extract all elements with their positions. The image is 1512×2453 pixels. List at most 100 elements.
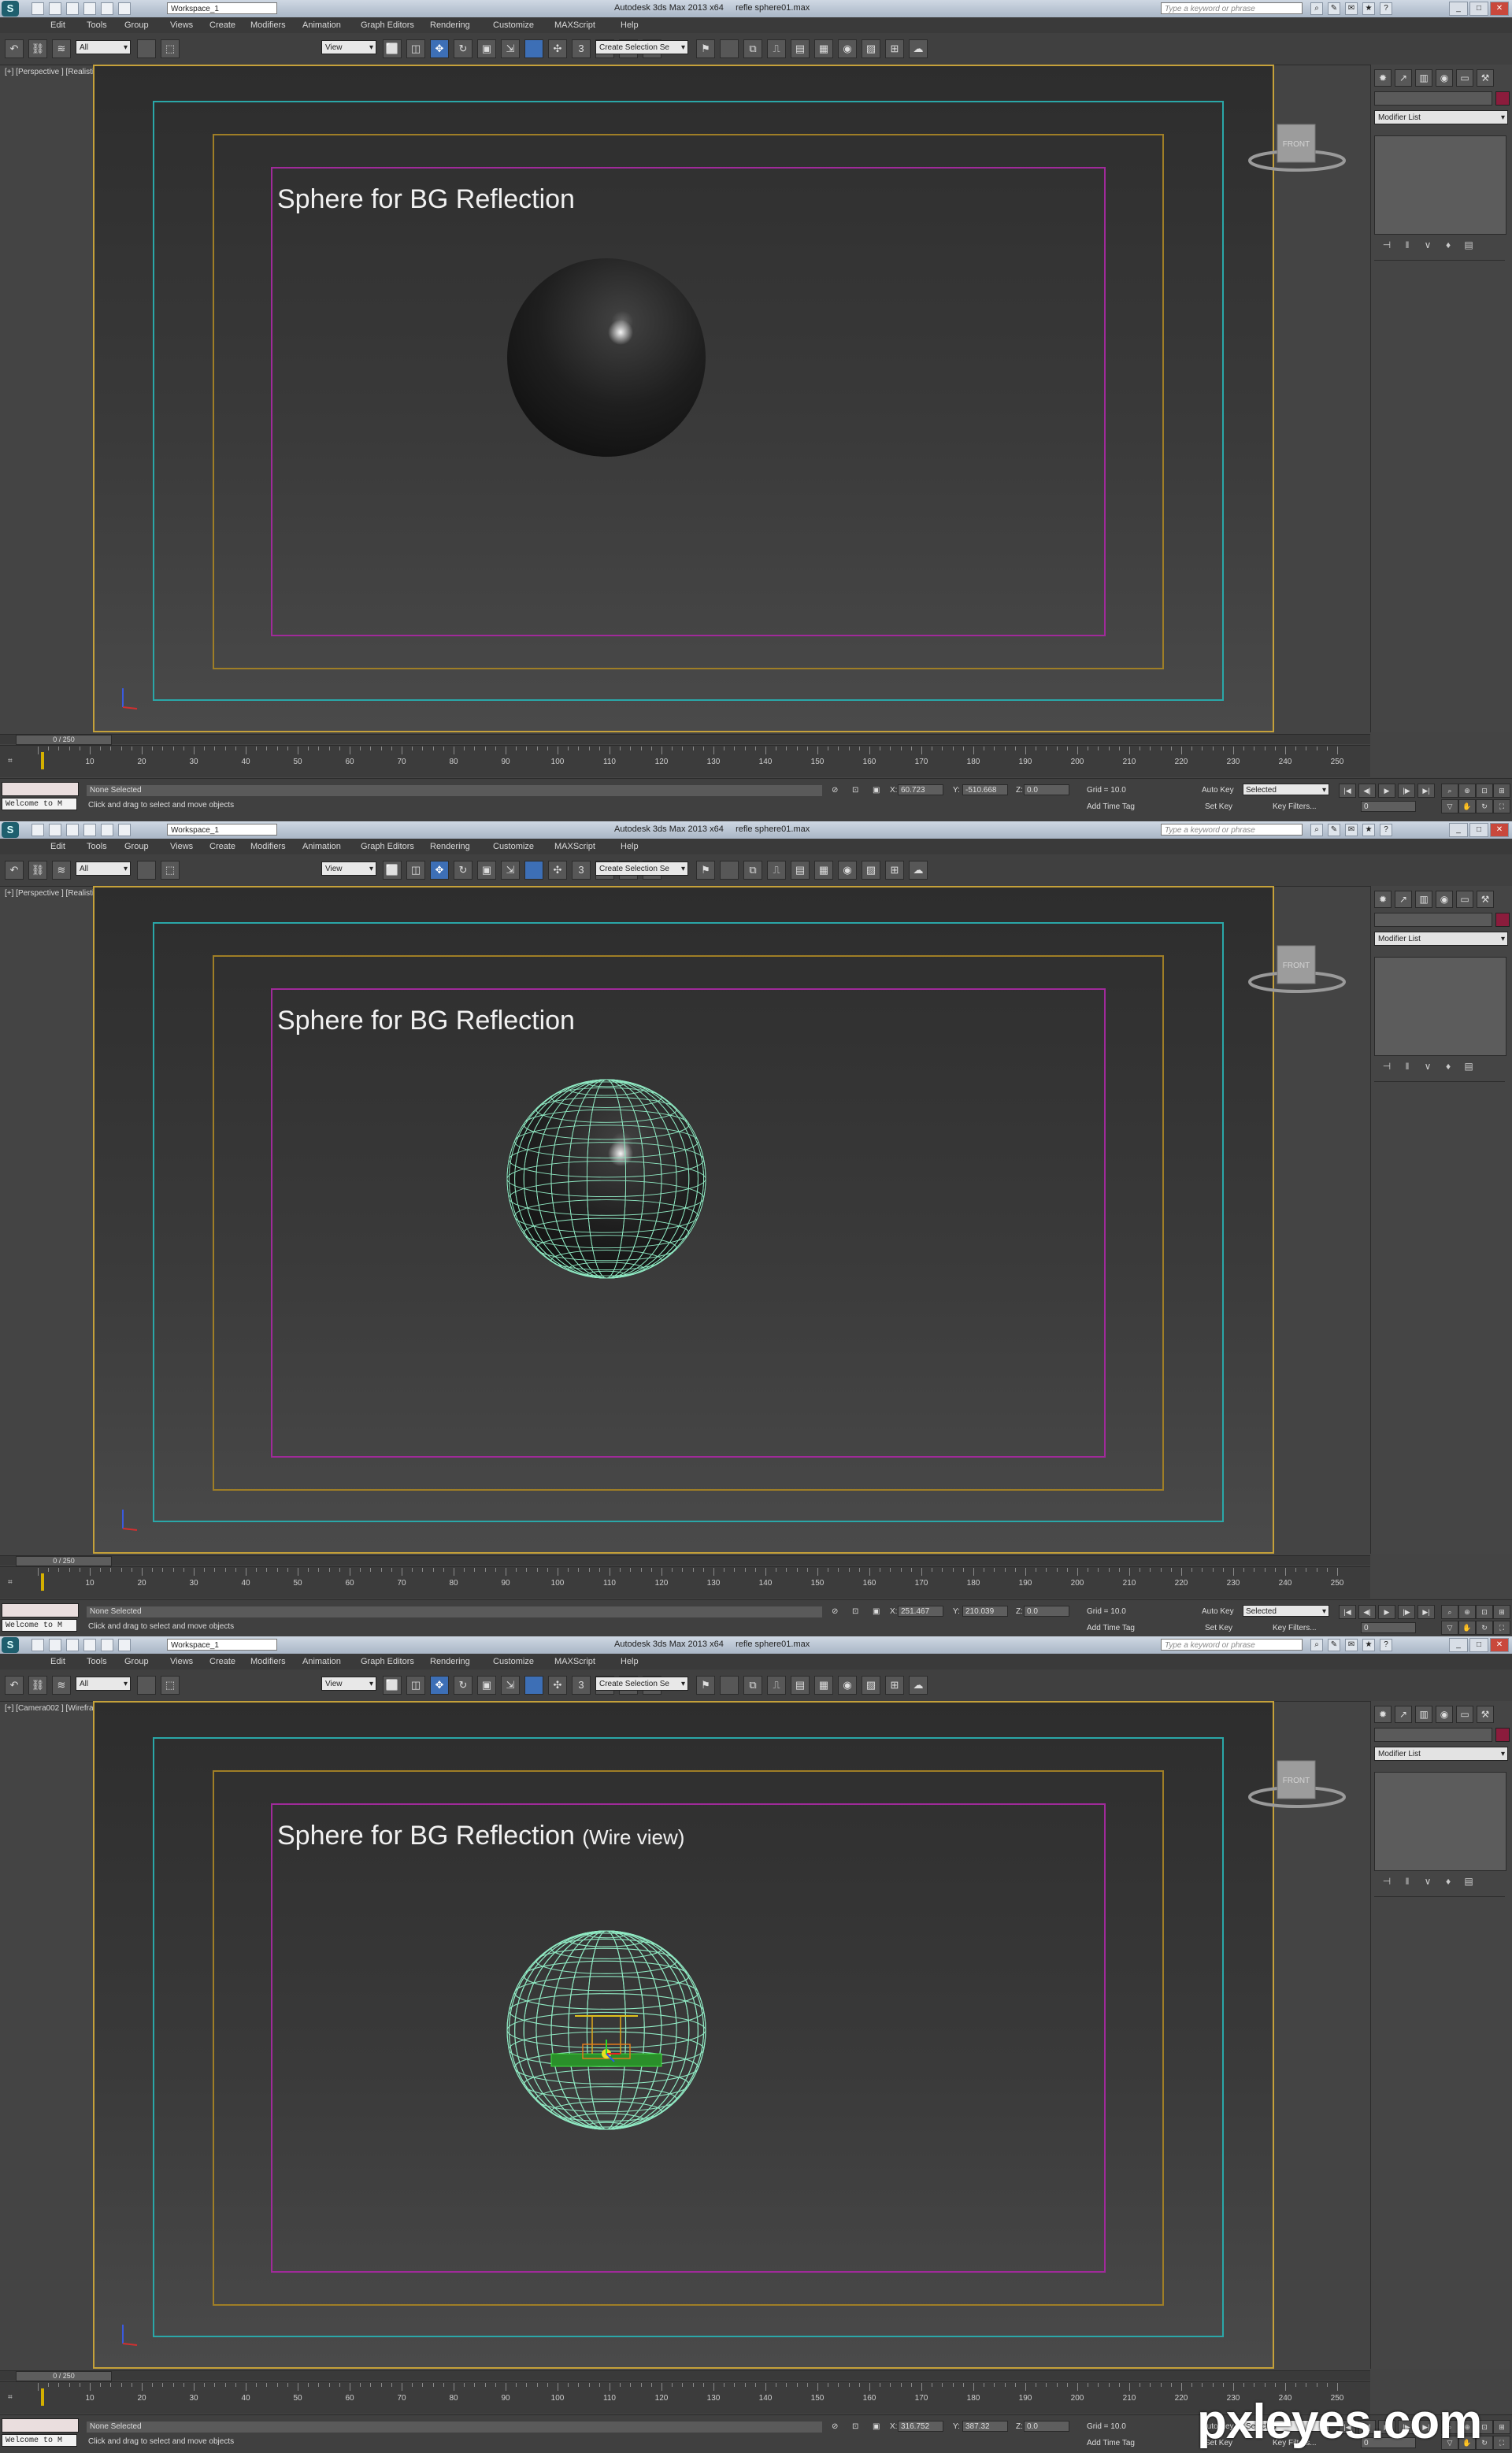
modifier-stack[interactable]	[1374, 1772, 1506, 1871]
toolbar-tool-10-icon[interactable]: ✥	[430, 1676, 449, 1695]
open-file-icon[interactable]	[49, 1639, 61, 1651]
menu-views[interactable]: Views	[170, 20, 193, 30]
toolbar-tool-12-icon[interactable]: ▣	[477, 39, 496, 58]
show-end-result-icon[interactable]: ‖	[1401, 1061, 1414, 1073]
menu-animation[interactable]: Animation	[302, 842, 341, 851]
toolbar-tool-25-icon[interactable]: ▤	[791, 1676, 810, 1695]
menu-group[interactable]: Group	[124, 1657, 149, 1666]
sphere[interactable]	[488, 239, 724, 476]
menu-create[interactable]: Create	[209, 1657, 235, 1666]
key-icon[interactable]: ⌗	[8, 1578, 19, 1588]
toolbar-tool-15-icon[interactable]: ✣	[548, 39, 567, 58]
zoom-extents-all-icon[interactable]: ⊞	[1493, 784, 1510, 798]
y-coordinate-field[interactable]: -510.668	[962, 784, 1008, 795]
save-file-icon[interactable]	[66, 1639, 79, 1651]
toolbar-tool-14-icon[interactable]	[524, 39, 543, 58]
subscription-icon[interactable]: ✎	[1328, 824, 1340, 836]
project-folder-icon[interactable]	[118, 824, 131, 836]
remove-modifier-icon[interactable]: ♦	[1442, 239, 1455, 252]
prev-frame-icon[interactable]: ◀|	[1358, 784, 1376, 798]
maxscript-listener[interactable]: Welcome to M	[2, 1619, 77, 1632]
workspace-dropdown[interactable]: Workspace_1	[167, 824, 277, 836]
maximize-button[interactable]: □	[1469, 823, 1488, 837]
menu-maxscript[interactable]: MAXScript	[554, 1657, 595, 1666]
isolate-icon[interactable]: ⊡	[852, 786, 858, 795]
toolbar-tool-8-icon[interactable]: ⬜	[383, 1676, 402, 1695]
play-icon[interactable]: ▶	[1378, 784, 1395, 798]
remove-modifier-icon[interactable]: ♦	[1442, 1061, 1455, 1073]
modifier-list-dropdown[interactable]: Modifier List	[1374, 110, 1508, 125]
toolbar-tool-23-icon[interactable]: ⧉	[743, 39, 762, 58]
toolbar-tool-22-icon[interactable]	[720, 861, 739, 880]
modifier-stack[interactable]	[1374, 135, 1506, 235]
menu-customize[interactable]: Customize	[493, 20, 534, 30]
binoculars-icon[interactable]: ⌕	[1310, 1639, 1323, 1651]
modify-tab-icon[interactable]: ↗	[1395, 891, 1412, 908]
binoculars-icon[interactable]: ⌕	[1310, 824, 1323, 836]
y-coordinate-field[interactable]: 387.32	[962, 2421, 1008, 2432]
add-time-tag-button[interactable]: Add Time Tag	[1087, 1624, 1135, 1632]
time-slider[interactable]: 0 / 250	[0, 1555, 1370, 1566]
toolbar-tool-24-icon[interactable]: ⎍	[767, 39, 786, 58]
display-tab-icon[interactable]: ▭	[1456, 1706, 1473, 1723]
modifier-list-dropdown[interactable]: Modifier List	[1374, 932, 1508, 947]
toolbar-tool-6-icon[interactable]: ⬚	[161, 861, 180, 880]
remove-modifier-icon[interactable]: ♦	[1442, 1876, 1455, 1888]
utilities-tab-icon[interactable]: ⚒	[1477, 891, 1494, 908]
maxscript-listener-output[interactable]	[2, 1603, 79, 1617]
menu-edit[interactable]: Edit	[50, 1657, 65, 1666]
pin-stack-icon[interactable]: ⊣	[1380, 239, 1393, 252]
lock-selection-icon[interactable]: ⊘	[832, 2422, 838, 2431]
toolbar-tool-28-icon[interactable]: ▨	[862, 1676, 880, 1695]
workspace-dropdown[interactable]: Workspace_1	[167, 2, 277, 14]
toolbar-tool-3-icon[interactable]: ≋	[52, 861, 71, 880]
menu-animation[interactable]: Animation	[302, 20, 341, 30]
sphere[interactable]	[488, 1061, 724, 1297]
redo-icon[interactable]	[101, 824, 113, 836]
toolbar-tool-5-icon[interactable]	[137, 39, 156, 58]
zoom-all-icon[interactable]: ⊕	[1458, 784, 1476, 798]
toolbar-tool-6-icon[interactable]: ⬚	[161, 39, 180, 58]
viewcube-face-label[interactable]: FRONT	[1283, 1777, 1310, 1785]
app-logo-icon[interactable]: S	[2, 822, 19, 838]
named-selection-set-dropdown[interactable]: Create Selection Se	[595, 862, 688, 876]
redo-icon[interactable]	[101, 1639, 113, 1651]
help-icon[interactable]: ?	[1380, 2, 1392, 15]
set-key-button[interactable]: Set Key	[1205, 802, 1232, 811]
toolbar-tool-13-icon[interactable]: ⇲	[501, 39, 520, 58]
maximize-viewport-icon[interactable]: ⛶	[1493, 2436, 1510, 2450]
open-file-icon[interactable]	[49, 824, 61, 836]
toolbar-tool-16-icon[interactable]: 3	[572, 39, 591, 58]
toolbar-tool-14-icon[interactable]	[524, 861, 543, 880]
goto-end-icon[interactable]: ▶|	[1418, 784, 1435, 798]
absolute-mode-icon[interactable]: ▣	[873, 1607, 880, 1616]
toolbar-tool-25-icon[interactable]: ▤	[791, 861, 810, 880]
scene-objects[interactable]	[550, 2015, 662, 2067]
communication-icon[interactable]: ✉	[1345, 2, 1358, 15]
add-time-tag-button[interactable]: Add Time Tag	[1087, 802, 1135, 811]
toolbar-tool-14-icon[interactable]	[524, 1676, 543, 1695]
auto-key-button[interactable]: Auto Key	[1202, 1607, 1234, 1616]
set-key-button[interactable]: Set Key	[1205, 1624, 1232, 1632]
x-coordinate-field[interactable]: 60.723	[898, 784, 943, 795]
menu-views[interactable]: Views	[170, 842, 193, 851]
subscription-icon[interactable]: ✎	[1328, 2, 1340, 15]
zoom-icon[interactable]: ⌕	[1441, 1605, 1458, 1619]
object-name-field[interactable]	[1374, 913, 1492, 927]
hierarchy-tab-icon[interactable]: ▥	[1415, 69, 1432, 87]
sphere[interactable]	[488, 1912, 724, 2148]
hierarchy-tab-icon[interactable]: ▥	[1415, 1706, 1432, 1723]
current-frame-field[interactable]: 0	[1361, 801, 1416, 812]
menu-modifiers[interactable]: Modifiers	[250, 842, 286, 851]
pin-stack-icon[interactable]: ⊣	[1380, 1061, 1393, 1073]
add-time-tag-button[interactable]: Add Time Tag	[1087, 2439, 1135, 2447]
key-filters-button[interactable]: Key Filters...	[1273, 802, 1317, 811]
toolbar-tool-15-icon[interactable]: ✣	[548, 861, 567, 880]
menu-modifiers[interactable]: Modifiers	[250, 20, 286, 30]
y-coordinate-field[interactable]: 210.039	[962, 1606, 1008, 1617]
zoom-extents-icon[interactable]: ⊡	[1476, 1605, 1493, 1619]
zoom-icon[interactable]: ⌕	[1441, 784, 1458, 798]
toolbar-tool-30-icon[interactable]: ☁	[909, 861, 928, 880]
modify-tab-icon[interactable]: ↗	[1395, 69, 1412, 87]
toolbar-tool-10-icon[interactable]: ✥	[430, 39, 449, 58]
